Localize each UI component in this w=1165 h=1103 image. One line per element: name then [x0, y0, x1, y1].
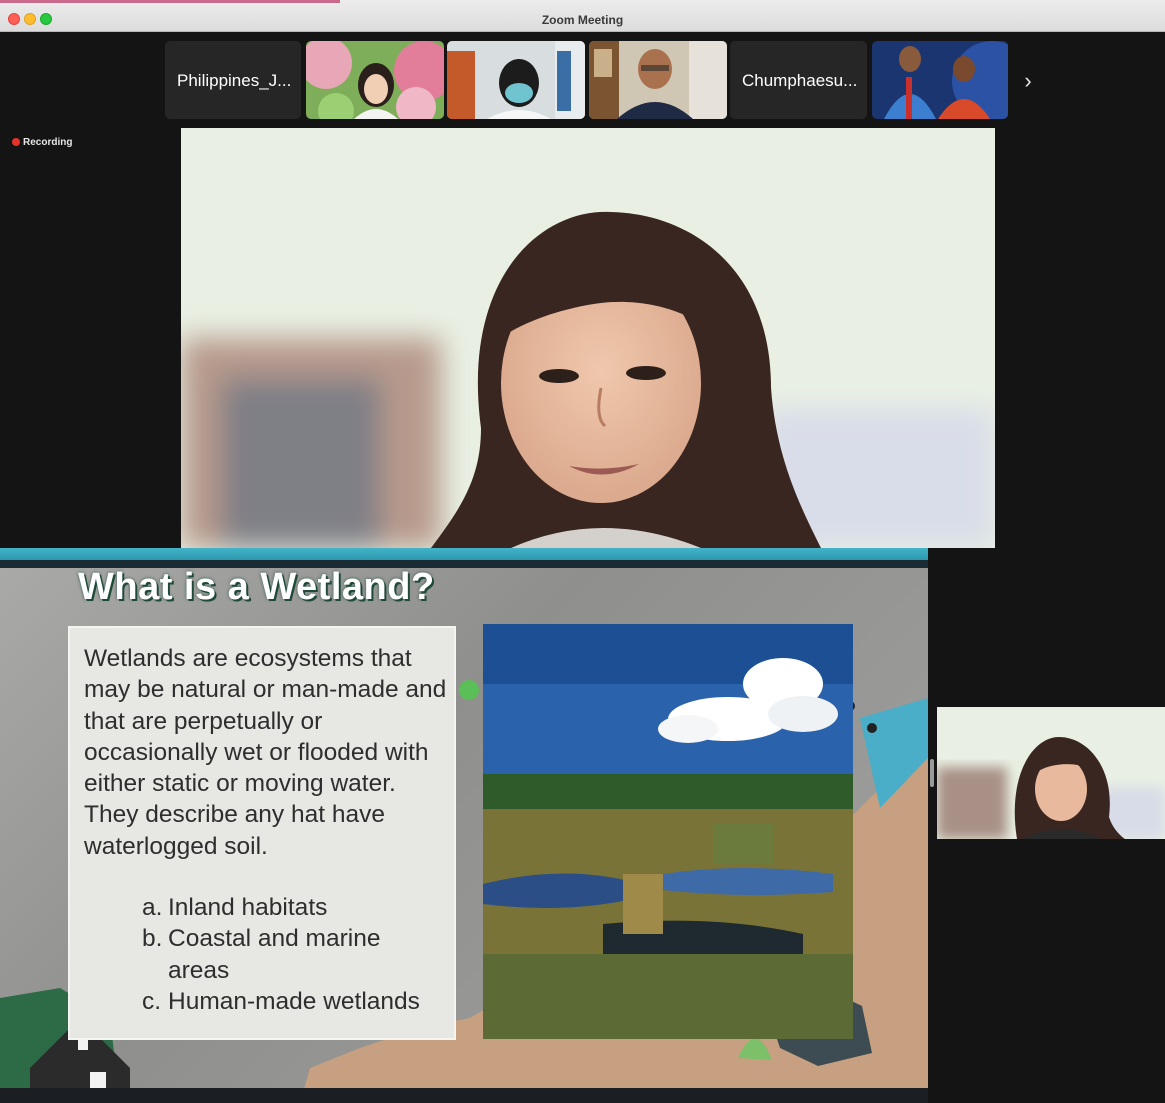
self-view-video[interactable] [937, 707, 1165, 839]
participant-video-tile[interactable] [447, 41, 585, 119]
list-item: a. Inland habitats [142, 892, 442, 923]
participant-video-tile[interactable] [589, 41, 727, 119]
splitter-handle[interactable] [930, 759, 934, 787]
active-speaker-video[interactable] [181, 128, 995, 548]
self-view-image [937, 707, 1165, 839]
recording-label: Recording [23, 137, 73, 148]
list-item: c. Human-made wetlands [142, 986, 442, 1017]
participant-tile[interactable]: Philippines_J... [165, 41, 301, 119]
window-title: Zoom Meeting [541, 13, 624, 27]
list-item-text: Inland habitats [168, 894, 328, 921]
participant-video [306, 41, 444, 119]
list-marker: c. [142, 987, 162, 1015]
participant-video-tile[interactable] [306, 41, 444, 119]
wetland-photo [483, 624, 853, 1039]
participant-name: Chumphaesu... [742, 71, 858, 90]
title-bar: Zoom Meeting [0, 0, 1165, 32]
participant-video [589, 41, 727, 119]
participant-tile[interactable]: Chumphaesu... [730, 41, 867, 119]
slide-paragraph: Wetlands are ecosystems that may be natu… [84, 645, 447, 860]
slide-title: What is a Wetland? [78, 566, 435, 608]
list-item-text: Human-made wetlands [168, 987, 420, 1015]
wetland-photo-image [483, 624, 853, 1039]
recording-dot-icon [12, 138, 20, 146]
participant-video [872, 41, 1008, 119]
participant-video [447, 41, 585, 119]
participant-name: Philippines_J... [177, 71, 292, 90]
speaker-video-image [181, 128, 995, 548]
list-marker: a. [142, 894, 163, 921]
participant-video-tile[interactable] [872, 41, 1008, 119]
chevron-right-icon[interactable]: › [1015, 64, 1041, 98]
recording-indicator: Recording [12, 137, 72, 148]
list-marker: b. [142, 925, 163, 953]
titlebar-accent [0, 0, 340, 3]
list-item: b. Coastal and marine areas [142, 923, 442, 986]
slide-list: a. Inland habitats b. Coastal and marine a… [142, 892, 442, 1017]
list-item-text: Coastal and marine areas [168, 925, 381, 984]
